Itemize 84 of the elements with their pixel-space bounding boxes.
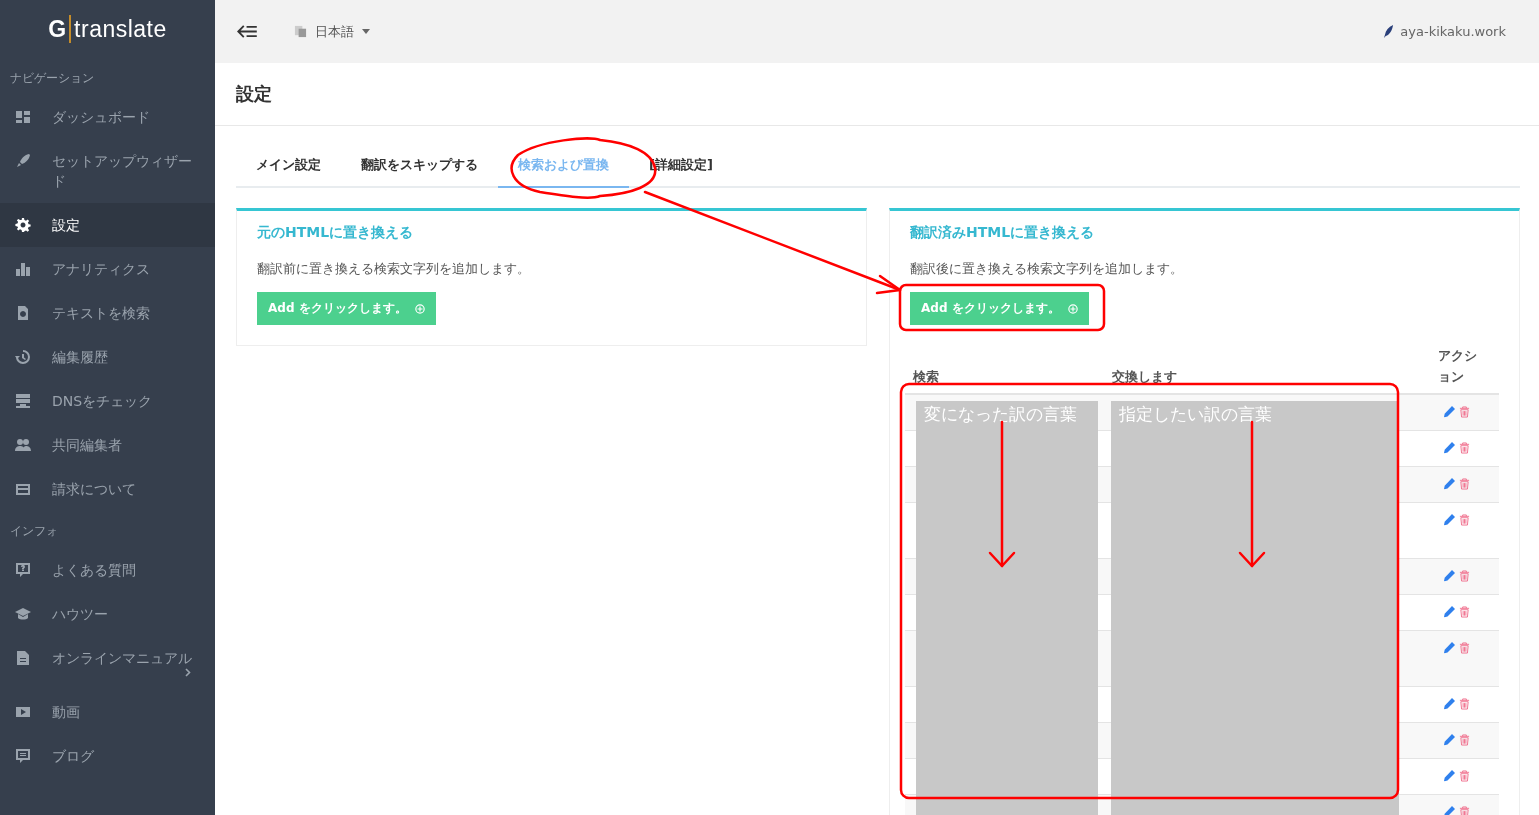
- logo-text: translate: [74, 15, 167, 43]
- edit-icon[interactable]: [1443, 733, 1455, 746]
- sidebar-item[interactable]: オンラインマニュアル: [0, 636, 215, 690]
- sidebar-item-label: 共同編集者: [52, 437, 122, 453]
- sidebar-item[interactable]: よくある質問: [0, 548, 215, 592]
- edit-icon[interactable]: [1443, 641, 1455, 654]
- feather-icon: [1383, 25, 1395, 38]
- sidebar-item-label: ダッシュボード: [52, 109, 150, 125]
- section-heading: インフォ: [9, 523, 59, 540]
- sidebar-item-label: 設定: [52, 217, 80, 233]
- edit-icon[interactable]: [1443, 769, 1455, 782]
- logo-letter: G: [48, 15, 67, 43]
- edit-icon[interactable]: [1443, 805, 1455, 815]
- sidebar-item-label: セットアップウィザード: [52, 153, 192, 189]
- edit-icon[interactable]: [1443, 441, 1455, 454]
- delete-icon[interactable]: [1459, 641, 1470, 654]
- sidebar-item-label: DNSをチェック: [52, 393, 153, 409]
- edit-icon[interactable]: [1443, 605, 1455, 618]
- sidebar-item-label: 請求について: [52, 481, 136, 497]
- edit-icon[interactable]: [1443, 406, 1455, 418]
- sidebar-item[interactable]: 動画: [0, 690, 215, 734]
- delete-icon[interactable]: [1459, 406, 1470, 418]
- chart-icon: [15, 261, 31, 277]
- language-dropdown[interactable]: 日本語: [294, 22, 370, 41]
- sidebar-item[interactable]: 共同編集者: [0, 423, 215, 467]
- history-icon: [15, 349, 31, 365]
- sidebar-item-label: テキストを検索: [52, 305, 150, 321]
- card-description: 翻訳後に置き換える検索文字列を追加します。: [910, 260, 1184, 278]
- card-title: 翻訳済みHTMLに置き換える: [910, 224, 1096, 242]
- sidebar-item[interactable]: ブログ: [0, 734, 215, 778]
- edit-icon[interactable]: [1443, 513, 1455, 526]
- tab[interactable]: 翻訳をスキップする: [341, 148, 498, 186]
- card-icon: [15, 481, 31, 497]
- sidebar-item[interactable]: アナリティクス: [0, 247, 215, 291]
- page-title: 設定: [236, 82, 272, 106]
- chevron-icon: [185, 668, 191, 677]
- people-icon: [15, 437, 31, 453]
- dashboard-icon: [15, 109, 31, 125]
- delete-icon[interactable]: [1459, 513, 1470, 526]
- caret-icon: [362, 29, 370, 34]
- server-icon: [15, 393, 31, 409]
- sidebar-item[interactable]: ダッシュボード: [0, 95, 215, 139]
- delete-icon[interactable]: [1459, 605, 1470, 618]
- edit-icon[interactable]: [1443, 569, 1455, 582]
- delete-icon[interactable]: [1459, 697, 1470, 710]
- edit-icon[interactable]: [1443, 477, 1455, 490]
- sidebar-item[interactable]: ハウツー: [0, 592, 215, 636]
- sidebar-item[interactable]: テキストを検索: [0, 291, 215, 335]
- translate-icon: [294, 25, 307, 38]
- question-icon: [15, 562, 31, 578]
- card-description: 翻訳前に置き換える検索文字列を追加します。: [257, 260, 531, 278]
- collapse-menu-icon[interactable]: [237, 25, 258, 38]
- sidebar-item-label: 動画: [52, 704, 80, 720]
- comment-icon: [15, 748, 31, 764]
- gear-icon: [15, 217, 31, 233]
- delete-icon[interactable]: [1459, 805, 1470, 815]
- site-link[interactable]: aya-kikaku.work: [1383, 24, 1506, 39]
- delete-icon[interactable]: [1459, 733, 1470, 746]
- sidebar-item[interactable]: 設定: [0, 203, 215, 247]
- plus-circle-icon: [414, 303, 425, 314]
- sidebar-item[interactable]: セットアップウィザード: [0, 139, 215, 203]
- delete-icon[interactable]: [1459, 569, 1470, 582]
- sidebar-item-label: よくある質問: [52, 562, 136, 578]
- plus-circle-icon: [1067, 303, 1078, 314]
- delete-icon[interactable]: [1459, 441, 1470, 454]
- cap-icon: [15, 606, 31, 622]
- sidebar-item[interactable]: 編集履歴: [0, 335, 215, 379]
- sidebar-item-label: オンラインマニュアル: [52, 650, 192, 666]
- sidebar-item[interactable]: DNSをチェック: [0, 379, 215, 423]
- sidebar-item[interactable]: 請求について: [0, 467, 215, 511]
- search-doc-icon: [15, 305, 31, 321]
- sidebar-item-label: ハウツー: [52, 606, 108, 622]
- delete-icon[interactable]: [1459, 477, 1470, 490]
- delete-icon[interactable]: [1459, 769, 1470, 782]
- sidebar-item-label: 編集履歴: [52, 349, 108, 365]
- doc-icon: [15, 650, 31, 666]
- logo-divider: [69, 15, 72, 43]
- card-title: 元のHTMLに置き換える: [257, 224, 415, 242]
- sidebar-item-label: アナリティクス: [52, 261, 150, 277]
- section-heading: ナビゲーション: [9, 70, 95, 87]
- edit-icon[interactable]: [1443, 697, 1455, 710]
- sidebar-item-label: ブログ: [52, 748, 94, 764]
- video-icon: [15, 704, 31, 720]
- tab[interactable]: メイン設定: [236, 148, 341, 186]
